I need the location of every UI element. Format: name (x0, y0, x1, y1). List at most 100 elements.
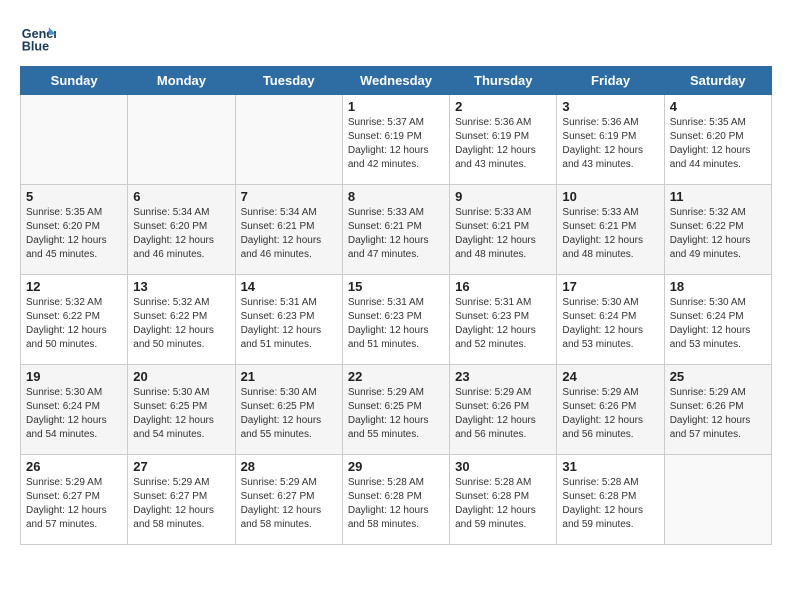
calendar-cell: 21Sunrise: 5:30 AM Sunset: 6:25 PM Dayli… (235, 365, 342, 455)
calendar-header-row: SundayMondayTuesdayWednesdayThursdayFrid… (21, 67, 772, 95)
day-number: 9 (455, 189, 551, 204)
calendar-week-row: 12 Sunrise: 5:32 AM Sunset: 6:22 PM Dayli… (21, 275, 772, 365)
day-number: 30 (455, 459, 551, 474)
svg-text:Blue: Blue (22, 40, 49, 54)
day-info: Sunrise: 5:34 AM Sunset: 6:20 PM Dayligh… (133, 206, 229, 262)
day-number: 15 (348, 279, 444, 294)
calendar-cell: 4 Sunrise: 5:35 AM Sunset: 6:20 PM Daylig… (664, 95, 771, 185)
calendar-week-row: 1Sunrise: 5:37 AM Sunset: 6:19 PM Daylig… (21, 95, 772, 185)
day-of-week-header: Saturday (664, 67, 771, 95)
day-number: 5 (26, 189, 122, 204)
day-info: Sunrise: 5:35 AM Sunset: 6:20 PM Dayligh… (670, 116, 766, 172)
calendar-cell: 6 Sunrise: 5:34 AM Sunset: 6:20 PM Daylig… (128, 185, 235, 275)
day-number: 14 (241, 279, 337, 294)
calendar-cell: 3Sunrise: 5:36 AM Sunset: 6:19 PM Daylig… (557, 95, 664, 185)
calendar-cell: 26 Sunrise: 5:29 AM Sunset: 6:27 PM Dayli… (21, 455, 128, 545)
day-info: Sunrise: 5:31 AM Sunset: 6:23 PM Dayligh… (348, 296, 444, 352)
calendar-cell: 7Sunrise: 5:34 AM Sunset: 6:21 PM Daylig… (235, 185, 342, 275)
calendar-cell (128, 95, 235, 185)
day-info: Sunrise: 5:28 AM Sunset: 6:28 PM Dayligh… (562, 476, 658, 532)
calendar-cell: 14 Sunrise: 5:31 AM Sunset: 6:23 PM Dayli… (235, 275, 342, 365)
calendar-cell: 16 Sunrise: 5:31 AM Sunset: 6:23 PM Dayli… (450, 275, 557, 365)
day-number: 21 (241, 369, 337, 384)
calendar-cell: 8 Sunrise: 5:33 AM Sunset: 6:21 PM Daylig… (342, 185, 449, 275)
day-info: Sunrise: 5:29 AM Sunset: 6:25 PM Dayligh… (348, 386, 444, 442)
day-number: 7 (241, 189, 337, 204)
day-number: 23 (455, 369, 551, 384)
calendar-cell: 9Sunrise: 5:33 AM Sunset: 6:21 PM Daylig… (450, 185, 557, 275)
day-number: 26 (26, 459, 122, 474)
calendar-cell: 22 Sunrise: 5:29 AM Sunset: 6:25 PM Dayli… (342, 365, 449, 455)
day-number: 27 (133, 459, 229, 474)
day-info: Sunrise: 5:29 AM Sunset: 6:26 PM Dayligh… (562, 386, 658, 442)
calendar-week-row: 19 Sunrise: 5:30 AM Sunset: 6:24 PM Dayli… (21, 365, 772, 455)
day-number: 16 (455, 279, 551, 294)
day-info: Sunrise: 5:29 AM Sunset: 6:27 PM Dayligh… (26, 476, 122, 532)
calendar-cell: 17 Sunrise: 5:30 AM Sunset: 6:24 PM Dayli… (557, 275, 664, 365)
calendar-week-row: 26 Sunrise: 5:29 AM Sunset: 6:27 PM Dayli… (21, 455, 772, 545)
day-of-week-header: Tuesday (235, 67, 342, 95)
calendar-cell (235, 95, 342, 185)
day-info: Sunrise: 5:31 AM Sunset: 6:23 PM Dayligh… (455, 296, 551, 352)
day-info: Sunrise: 5:30 AM Sunset: 6:24 PM Dayligh… (562, 296, 658, 352)
calendar-cell: 2 Sunrise: 5:36 AM Sunset: 6:19 PM Daylig… (450, 95, 557, 185)
day-info: Sunrise: 5:33 AM Sunset: 6:21 PM Dayligh… (562, 206, 658, 262)
calendar-cell: 31 Sunrise: 5:28 AM Sunset: 6:28 PM Dayli… (557, 455, 664, 545)
day-of-week-header: Monday (128, 67, 235, 95)
day-number: 11 (670, 189, 766, 204)
day-info: Sunrise: 5:32 AM Sunset: 6:22 PM Dayligh… (670, 206, 766, 262)
calendar-cell: 30 Sunrise: 5:28 AM Sunset: 6:28 PM Dayli… (450, 455, 557, 545)
day-number: 31 (562, 459, 658, 474)
day-info: Sunrise: 5:37 AM Sunset: 6:19 PM Dayligh… (348, 116, 444, 172)
calendar-cell: 24 Sunrise: 5:29 AM Sunset: 6:26 PM Dayli… (557, 365, 664, 455)
day-info: Sunrise: 5:36 AM Sunset: 6:19 PM Dayligh… (562, 116, 658, 172)
day-info: Sunrise: 5:32 AM Sunset: 6:22 PM Dayligh… (133, 296, 229, 352)
day-number: 13 (133, 279, 229, 294)
day-info: Sunrise: 5:29 AM Sunset: 6:26 PM Dayligh… (670, 386, 766, 442)
calendar-cell: 28 Sunrise: 5:29 AM Sunset: 6:27 PM Dayli… (235, 455, 342, 545)
day-number: 19 (26, 369, 122, 384)
day-info: Sunrise: 5:33 AM Sunset: 6:21 PM Dayligh… (348, 206, 444, 262)
page-header: General Blue (20, 20, 772, 56)
day-number: 25 (670, 369, 766, 384)
logo: General Blue (20, 20, 60, 56)
calendar-cell: 15 Sunrise: 5:31 AM Sunset: 6:23 PM Dayli… (342, 275, 449, 365)
day-number: 6 (133, 189, 229, 204)
day-info: Sunrise: 5:31 AM Sunset: 6:23 PM Dayligh… (241, 296, 337, 352)
day-number: 28 (241, 459, 337, 474)
calendar-cell: 25 Sunrise: 5:29 AM Sunset: 6:26 PM Dayli… (664, 365, 771, 455)
day-of-week-header: Friday (557, 67, 664, 95)
calendar-week-row: 5Sunrise: 5:35 AM Sunset: 6:20 PM Daylig… (21, 185, 772, 275)
day-number: 12 (26, 279, 122, 294)
day-number: 24 (562, 369, 658, 384)
day-info: Sunrise: 5:30 AM Sunset: 6:24 PM Dayligh… (26, 386, 122, 442)
day-number: 20 (133, 369, 229, 384)
day-info: Sunrise: 5:29 AM Sunset: 6:27 PM Dayligh… (241, 476, 337, 532)
calendar-cell: 12 Sunrise: 5:32 AM Sunset: 6:22 PM Dayli… (21, 275, 128, 365)
day-number: 18 (670, 279, 766, 294)
day-info: Sunrise: 5:28 AM Sunset: 6:28 PM Dayligh… (348, 476, 444, 532)
calendar-cell: 23 Sunrise: 5:29 AM Sunset: 6:26 PM Dayli… (450, 365, 557, 455)
day-info: Sunrise: 5:28 AM Sunset: 6:28 PM Dayligh… (455, 476, 551, 532)
calendar-table: SundayMondayTuesdayWednesdayThursdayFrid… (20, 66, 772, 545)
calendar-cell: 27Sunrise: 5:29 AM Sunset: 6:27 PM Dayli… (128, 455, 235, 545)
day-number: 8 (348, 189, 444, 204)
logo-icon: General Blue (20, 20, 56, 56)
calendar-cell: 1Sunrise: 5:37 AM Sunset: 6:19 PM Daylig… (342, 95, 449, 185)
day-number: 22 (348, 369, 444, 384)
day-info: Sunrise: 5:29 AM Sunset: 6:26 PM Dayligh… (455, 386, 551, 442)
day-number: 2 (455, 99, 551, 114)
calendar-cell: 11 Sunrise: 5:32 AM Sunset: 6:22 PM Dayli… (664, 185, 771, 275)
calendar-cell (21, 95, 128, 185)
calendar-cell: 18Sunrise: 5:30 AM Sunset: 6:24 PM Dayli… (664, 275, 771, 365)
calendar-cell: 20 Sunrise: 5:30 AM Sunset: 6:25 PM Dayli… (128, 365, 235, 455)
day-info: Sunrise: 5:32 AM Sunset: 6:22 PM Dayligh… (26, 296, 122, 352)
day-number: 17 (562, 279, 658, 294)
day-number: 29 (348, 459, 444, 474)
calendar-cell: 5Sunrise: 5:35 AM Sunset: 6:20 PM Daylig… (21, 185, 128, 275)
day-info: Sunrise: 5:36 AM Sunset: 6:19 PM Dayligh… (455, 116, 551, 172)
day-number: 4 (670, 99, 766, 114)
calendar-cell (664, 455, 771, 545)
day-of-week-header: Sunday (21, 67, 128, 95)
day-info: Sunrise: 5:30 AM Sunset: 6:25 PM Dayligh… (133, 386, 229, 442)
